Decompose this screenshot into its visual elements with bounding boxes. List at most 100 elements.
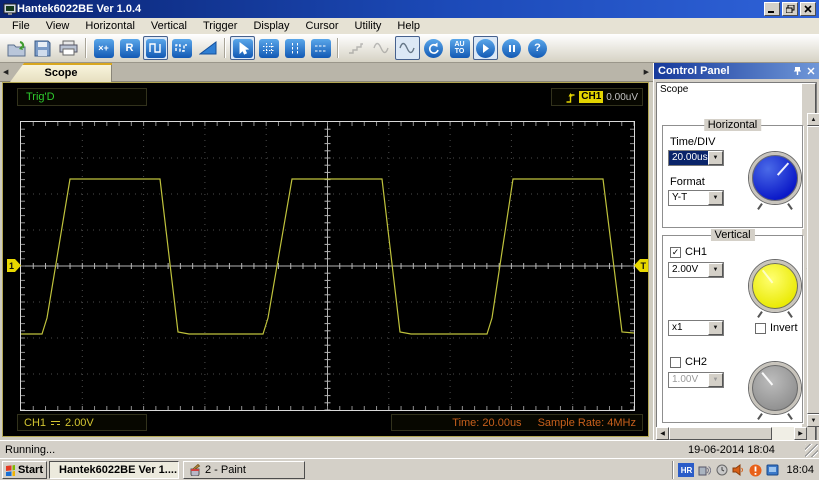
title-bar: Hantek6022BE Ver 1.0.4 xyxy=(0,0,819,18)
tab-scroll-left-icon[interactable]: ◀ xyxy=(3,68,8,76)
scroll-up-icon[interactable]: ▲ xyxy=(807,113,819,126)
tab-scroll-right-icon[interactable]: ▶ xyxy=(644,68,649,76)
menu-utility[interactable]: Utility xyxy=(347,19,390,33)
refresh-button[interactable] xyxy=(421,36,446,60)
tray-clock[interactable]: 18:04 xyxy=(783,464,817,476)
probe-attenuation-select[interactable]: x1 ▼ xyxy=(668,320,724,336)
pin-icon[interactable] xyxy=(793,66,802,76)
start-button[interactable] xyxy=(473,36,498,60)
task2-label: 2 - Paint xyxy=(205,464,246,476)
tab-scope[interactable]: Scope xyxy=(10,63,112,82)
chevron-down-icon: ▼ xyxy=(708,263,723,277)
toolbar-separator xyxy=(337,38,339,58)
horizontal-position-knob[interactable] xyxy=(749,152,801,204)
taskbar-task-paint[interactable]: 2 - Paint xyxy=(183,461,305,479)
security-alert-tray-icon[interactable] xyxy=(749,464,762,477)
ch2-checkbox-label: CH2 xyxy=(685,356,708,368)
volume-tray-icon[interactable] xyxy=(732,464,745,477)
horizontal-scrollbar-thumb[interactable] xyxy=(669,427,772,440)
minimize-button[interactable] xyxy=(764,2,780,16)
ch1-volts-select[interactable]: 2.00V ▼ xyxy=(668,262,724,278)
pause-button[interactable] xyxy=(499,36,524,60)
tab-strip: ◀ Scope ▶ xyxy=(0,63,653,82)
resize-grip[interactable] xyxy=(805,444,818,457)
invert-checkbox[interactable] xyxy=(755,322,766,334)
trigger-info-box: CH1 0.00uV xyxy=(551,88,643,106)
grid-display-button[interactable] xyxy=(256,36,281,60)
control-panel-close-icon[interactable] xyxy=(807,67,815,75)
language-indicator[interactable]: HR xyxy=(678,463,695,477)
minimize-icon xyxy=(768,10,774,13)
pulse-wave-button[interactable] xyxy=(169,36,194,60)
windows-logo-icon xyxy=(6,464,15,476)
ramp-wave-button[interactable] xyxy=(195,36,220,60)
refresh-icon xyxy=(424,38,443,58)
scroll-left-icon[interactable]: ◀ xyxy=(656,427,669,440)
cursor-arrow-icon xyxy=(232,38,253,58)
menu-view[interactable]: View xyxy=(38,19,78,33)
timebase-readout-box: Time: 20.00us Sample Rate: 4MHz xyxy=(391,414,643,431)
time-div-select[interactable]: 20.00us ▼ xyxy=(668,150,724,166)
smooth-sine-wave-button[interactable] xyxy=(395,36,420,60)
ch1-checkbox[interactable]: ✓ xyxy=(670,246,681,258)
horizontal-cursors-button[interactable] xyxy=(308,36,333,60)
waveform-svg xyxy=(21,122,634,410)
usb-device-tray-icon[interactable] xyxy=(698,464,712,477)
scope-screen[interactable] xyxy=(20,121,635,411)
status-text: Running... xyxy=(5,443,56,456)
menu-trigger[interactable]: Trigger xyxy=(195,19,245,33)
clock-tray-icon[interactable] xyxy=(715,464,728,477)
channel1-position-marker[interactable]: 1 xyxy=(7,259,21,272)
menu-help[interactable]: Help xyxy=(389,19,428,33)
reference-wave-icon: R xyxy=(119,38,140,58)
trigger-level-marker[interactable]: T xyxy=(634,259,648,272)
save-button[interactable] xyxy=(30,36,55,60)
ch1-position-knob[interactable] xyxy=(749,260,801,312)
application-window: Hantek6022BE Ver 1.0.4 File View Horizon… xyxy=(0,0,819,480)
scroll-right-icon[interactable]: ▶ xyxy=(794,427,807,440)
save-icon xyxy=(34,40,51,56)
ch1-volts-value: 2.00V xyxy=(672,264,699,275)
control-panel-body: Horizontal Time/DIV 20.00us ▼ Format Y-T… xyxy=(654,101,819,440)
horizontal-scrollbar[interactable]: ◀ ▶ xyxy=(656,427,807,440)
close-button[interactable] xyxy=(800,2,816,16)
channel-readout-box: CH1 2.00V xyxy=(17,414,147,431)
invert-checkbox-label: Invert xyxy=(770,322,798,334)
start-menu-button[interactable]: Start xyxy=(2,461,47,479)
print-button[interactable] xyxy=(56,36,81,60)
cursor-select-button[interactable] xyxy=(230,36,255,60)
restore-button[interactable] xyxy=(782,2,798,16)
format-select[interactable]: Y-T ▼ xyxy=(668,190,724,206)
ch2-volts-select: 1.00V ▼ xyxy=(668,372,724,388)
help-button[interactable]: ? xyxy=(525,36,550,60)
reference-wave-button[interactable]: R xyxy=(117,36,142,60)
square-wave-icon xyxy=(145,38,166,58)
horizontal-cursors-icon xyxy=(310,38,331,58)
task1-label: Hantek6022BE Ver 1.... xyxy=(59,464,178,476)
ch2-checkbox[interactable] xyxy=(670,356,681,368)
ch2-position-knob[interactable] xyxy=(749,362,801,414)
vertical-cursors-button[interactable] xyxy=(282,36,307,60)
menu-cursor[interactable]: Cursor xyxy=(298,19,347,33)
volts-per-div-readout: 2.00V xyxy=(65,416,94,429)
menu-display[interactable]: Display xyxy=(245,19,297,33)
square-wave-button[interactable] xyxy=(143,36,168,60)
open-button[interactable] xyxy=(4,36,29,60)
menu-vertical[interactable]: Vertical xyxy=(143,19,195,33)
display-tray-icon[interactable] xyxy=(766,464,779,477)
vertical-scrollbar[interactable]: ▲ ▼ xyxy=(807,113,819,427)
scroll-down-icon[interactable]: ▼ xyxy=(807,414,819,427)
chevron-down-icon: ▼ xyxy=(708,373,723,387)
auto-set-button[interactable]: AU TO xyxy=(447,36,472,60)
chevron-down-icon: ▼ xyxy=(708,151,723,165)
scope-panel: Trig'D CH1 0.00uV 1 T CH1 2.00V Time: 20… xyxy=(2,82,649,437)
menu-file[interactable]: File xyxy=(4,19,38,33)
format-label: Format xyxy=(670,176,705,188)
ramp-wave-icon xyxy=(198,41,216,55)
taskbar-task-hantek[interactable]: Hantek6022BE Ver 1.... xyxy=(49,461,179,479)
control-panel: Control Panel Scope ▼ Horizontal Time/DI… xyxy=(653,63,819,459)
menu-horizontal[interactable]: Horizontal xyxy=(77,19,143,33)
time-div-label: Time/DIV xyxy=(670,136,716,148)
self-calibration-button[interactable]: ×+ xyxy=(91,36,116,60)
vertical-scrollbar-thumb[interactable] xyxy=(807,126,819,414)
